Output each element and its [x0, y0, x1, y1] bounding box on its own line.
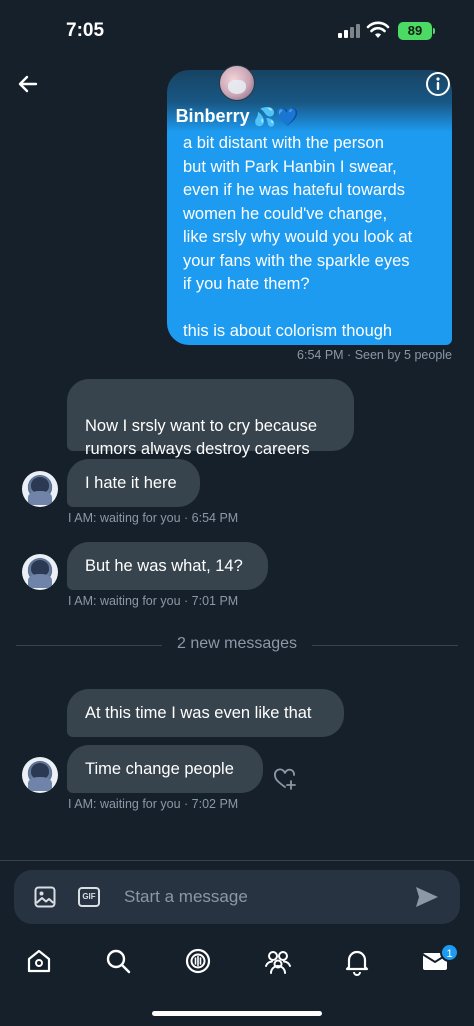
outgoing-message-meta: 6:54 PM · Seen by 5 people: [297, 348, 452, 362]
back-arrow-icon[interactable]: [14, 70, 42, 98]
incoming-message-text: Now I srsly want to cry because rumors a…: [85, 417, 317, 458]
incoming-message-meta: I AM: waiting for you · 6:54 PM: [68, 511, 239, 525]
communities-icon[interactable]: [263, 946, 293, 976]
incoming-message-bubble[interactable]: At this time I was even like that: [67, 689, 344, 737]
divider-line-right: [312, 645, 458, 646]
contact-name-emojis: 💦💙: [253, 106, 299, 127]
sender-avatar[interactable]: [22, 471, 58, 507]
battery-level: 89: [407, 23, 423, 38]
battery-tip: [433, 28, 435, 34]
info-icon[interactable]: [424, 70, 452, 98]
spaces-icon[interactable]: [183, 946, 213, 976]
message-input[interactable]: [124, 878, 404, 916]
incoming-message-meta: I AM: waiting for you · 7:02 PM: [68, 797, 239, 811]
new-messages-divider: 2 new messages: [176, 635, 298, 652]
send-icon[interactable]: [414, 885, 440, 909]
message-composer: GIF: [14, 870, 460, 924]
status-time: 7:05: [66, 20, 105, 41]
composer-separator: [0, 860, 474, 861]
contact-avatar[interactable]: [219, 65, 255, 101]
contact-name-text: Binberry: [175, 106, 250, 126]
incoming-message-bubble[interactable]: I hate it here: [67, 459, 200, 507]
outgoing-message-text: a bit distant with the person but with P…: [183, 134, 413, 340]
cellular-signal-icon: [338, 24, 360, 38]
gif-label: GIF: [82, 892, 96, 901]
wifi-icon: [366, 21, 390, 38]
contact-name[interactable]: Binberry 💦💙: [0, 106, 474, 128]
status-bar: 7:05 89: [0, 0, 474, 58]
bottom-nav: [0, 936, 474, 996]
incoming-message-text: I hate it here: [85, 474, 177, 492]
home-indicator: [152, 1011, 322, 1016]
incoming-message-text: But he was what, 14?: [85, 557, 243, 575]
gif-icon[interactable]: GIF: [78, 887, 100, 907]
sender-avatar[interactable]: [22, 554, 58, 590]
incoming-message-meta: I AM: waiting for you · 7:01 PM: [68, 594, 239, 608]
sender-avatar[interactable]: [22, 757, 58, 793]
image-icon[interactable]: [34, 886, 56, 908]
home-icon[interactable]: [24, 946, 54, 976]
incoming-message-bubble[interactable]: Now I srsly want to cry because rumors a…: [67, 379, 354, 458]
bell-icon[interactable]: [342, 946, 372, 976]
messages-badge: 1: [440, 943, 459, 962]
heart-plus-icon[interactable]: [272, 766, 298, 792]
incoming-message-bubble[interactable]: Time change people: [67, 745, 263, 793]
incoming-message-text: At this time I was even like that: [85, 704, 312, 722]
battery-indicator: 89: [398, 22, 432, 40]
search-icon[interactable]: [103, 946, 133, 976]
incoming-message-text: Time change people: [85, 760, 234, 778]
incoming-message-bubble[interactable]: But he was what, 14?: [67, 542, 268, 590]
